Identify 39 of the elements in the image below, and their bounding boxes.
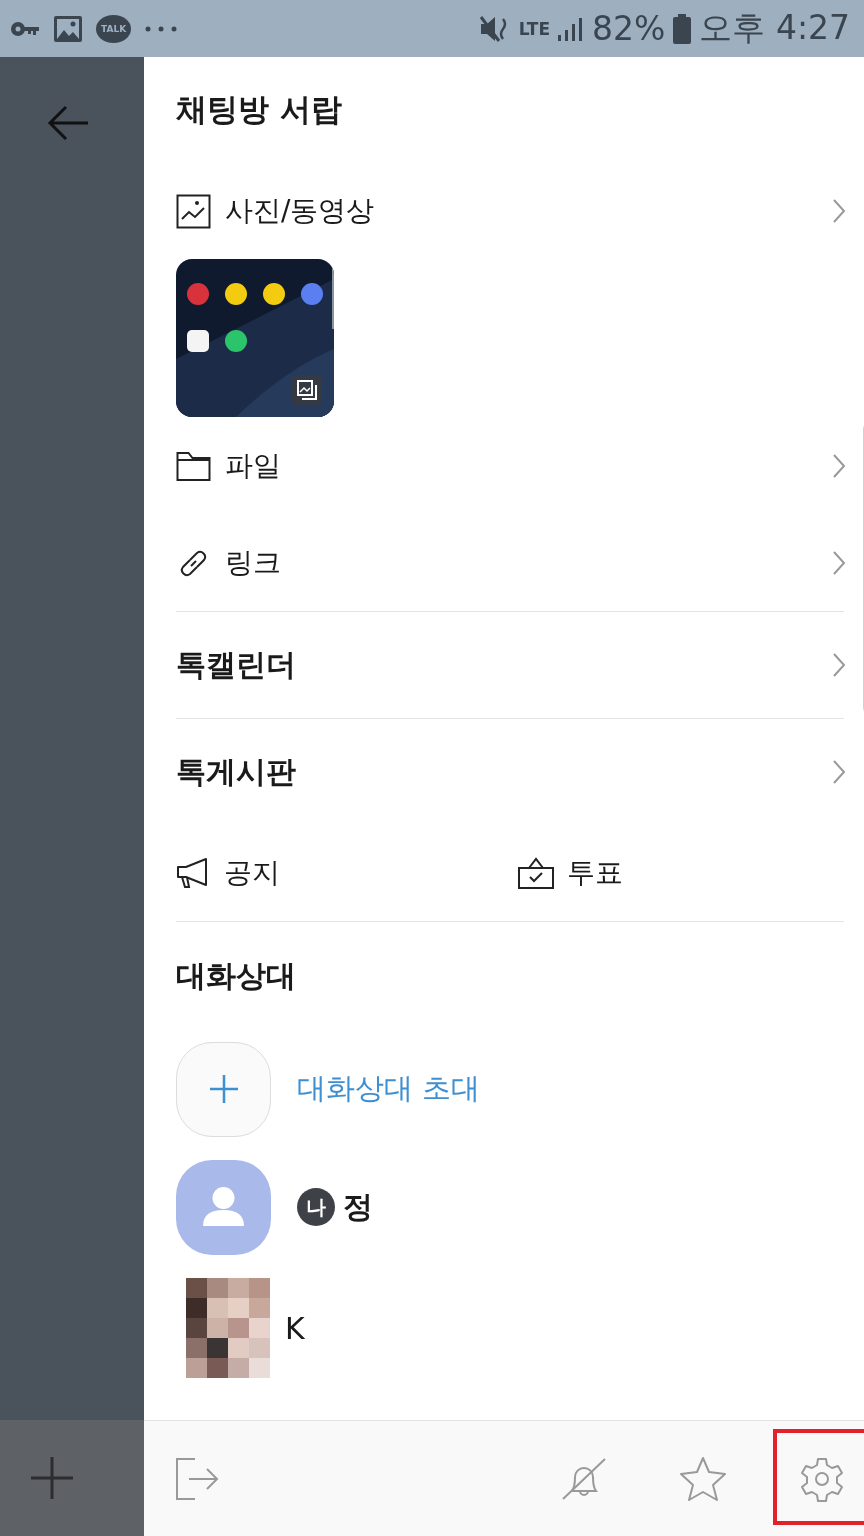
chevron-icon (832, 652, 846, 678)
back-arrow-icon[interactable] (47, 105, 89, 141)
notice-button[interactable]: 공지 (176, 854, 503, 892)
folder-icon (176, 450, 211, 482)
plus-icon (207, 1073, 240, 1105)
section-row[interactable]: 톡캘린더 (176, 612, 844, 718)
members-heading: 대화상대 (176, 956, 297, 995)
network-label: LTE (518, 18, 551, 39)
more-icon (145, 25, 178, 32)
chevron-icon (832, 550, 846, 576)
chevron-icon (832, 759, 846, 785)
me-badge: 나 (297, 1188, 335, 1226)
link-row[interactable]: 링크 (176, 515, 844, 611)
battery-percent: 82% (592, 9, 666, 48)
star-icon[interactable] (679, 1455, 727, 1502)
talk-icon: TALK (96, 14, 132, 43)
battery-icon (673, 13, 692, 44)
drawer-title: 채팅방 서랍 (176, 90, 343, 129)
member-name[interactable]: K (285, 1310, 305, 1346)
file-row[interactable]: 파일 (176, 417, 844, 515)
add-button[interactable] (176, 1041, 271, 1137)
chevron-icon (832, 453, 846, 479)
signal-icon (558, 16, 585, 41)
photo-icon (176, 193, 211, 229)
muted-bell-icon[interactable] (561, 1456, 607, 1501)
exit-icon[interactable] (175, 1457, 219, 1500)
media-row[interactable]: 사진/동영상 (176, 163, 844, 259)
settings-icon[interactable] (799, 1455, 845, 1502)
section-row[interactable]: 톡게시판 (176, 719, 844, 825)
key-icon (10, 20, 40, 37)
member-name[interactable]: 정 (343, 1186, 373, 1228)
clock: 오후 4:27 (699, 7, 850, 49)
vote-button[interactable]: 투표 (517, 854, 844, 892)
ballot-box-icon (517, 856, 555, 890)
avatar[interactable] (176, 1159, 271, 1255)
plus-icon[interactable] (29, 1455, 75, 1501)
image-icon (54, 15, 82, 42)
chevron-icon (832, 198, 846, 224)
gallery-icon (292, 375, 322, 405)
